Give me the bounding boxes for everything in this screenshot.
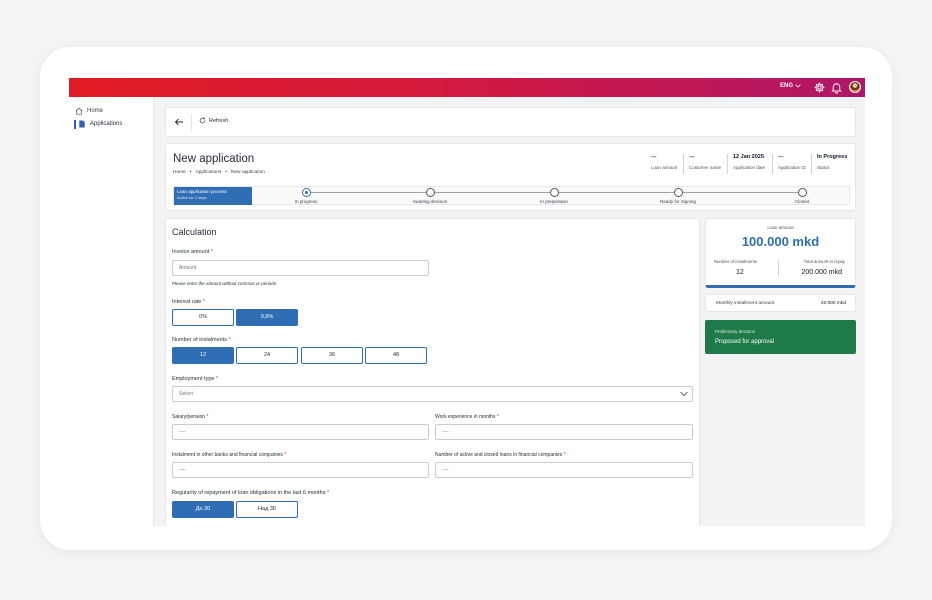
process-tag[interactable]: Loan application process Active for 2 da… (174, 187, 252, 205)
calculation-form: Calculation Invoice amount * Please ente… (165, 218, 700, 526)
loans-count-label: Number of active and closed loans in fin… (435, 452, 566, 458)
invoice-amount-hint: Please enter the amount without commas o… (172, 281, 278, 286)
refresh-button[interactable]: Refresh (199, 117, 228, 124)
invoice-amount-label: Invoice amount * (172, 249, 213, 255)
other-banks-label: Instalment in other banks and financial … (172, 452, 287, 458)
section-title: Calculation (172, 227, 217, 237)
process-stepper: Loan application process Active for 2 da… (173, 186, 850, 205)
sidebar-item-label: Applications (90, 121, 123, 127)
step-awaiting-decision[interactable]: Awaiting decision (395, 187, 465, 204)
document-icon (79, 120, 85, 128)
step-indicator (549, 188, 559, 197)
step-in-progress[interactable]: In progress (271, 187, 341, 204)
page-title: New application (173, 153, 255, 165)
language-label: ENG (779, 83, 793, 89)
meta-customer-name: --- Customer name (689, 154, 722, 170)
total-repay-label: Total amount to repay (803, 259, 845, 264)
breadcrumb-current: New application (231, 170, 265, 175)
employment-type-label: Employment type * (172, 376, 219, 382)
monthly-installment: Monthly installment amount 20.000 mkd (705, 294, 856, 312)
sidebar-item-label: Home (87, 108, 104, 114)
decision-value: Proposed for approval (715, 339, 775, 345)
user-avatar[interactable] (849, 81, 861, 93)
step-indicator (425, 188, 435, 197)
app-window: ENG Home Applications Refresh New applic… (69, 78, 865, 526)
interest-rate-label: Interest rate * (172, 299, 206, 305)
step-indicator (797, 188, 807, 197)
interest-option-9-9[interactable]: 9,9% (236, 309, 298, 326)
language-selector[interactable]: ENG (780, 83, 801, 89)
loan-amount-label: Loan amount (767, 225, 794, 230)
meta-application-id: --- Application ID (778, 154, 806, 170)
step-indicator (301, 188, 311, 197)
breadcrumb-home[interactable]: Home (173, 170, 186, 175)
active-indicator (74, 119, 76, 129)
sidebar-item-applications[interactable]: Applications (74, 118, 123, 130)
bell-icon[interactable] (830, 81, 843, 94)
step-ready-for-signing[interactable]: Ready for Signing (643, 187, 713, 204)
total-repay-value: 200.000 mkd (801, 269, 842, 276)
top-bar: ENG (69, 78, 865, 97)
breadcrumb-applications[interactable]: Applications (195, 170, 221, 175)
invoice-amount-input[interactable] (172, 260, 429, 276)
regularity-label: Regularity of repayment of loan obligati… (172, 490, 330, 496)
loan-amount-value: 100.000 mkd (741, 234, 820, 249)
summary-divider (778, 260, 779, 277)
chevron-down-icon (795, 84, 801, 88)
step-closed[interactable]: Closed (767, 187, 837, 204)
regularity-option-under-30[interactable]: До 30 (172, 501, 234, 518)
preliminary-decision-card: Preliminary decision Proposed for approv… (705, 320, 856, 354)
instalment-option-36[interactable]: 36 (301, 347, 363, 364)
sidebar: Home Applications (69, 97, 154, 526)
work-experience-input[interactable]: ---- (435, 424, 693, 440)
refresh-label: Refresh (209, 117, 229, 124)
arrow-left-icon[interactable] (174, 117, 184, 127)
instalments-summary-value: 12 (736, 269, 744, 276)
regularity-option-over-30[interactable]: Над 30 (236, 501, 298, 518)
salary-label: Salary/pension * (172, 414, 209, 420)
chevron-down-icon (680, 391, 688, 397)
instalment-option-24[interactable]: 24 (236, 347, 298, 364)
decision-label: Preliminary decision (715, 329, 756, 334)
step-in-preparation[interactable]: In preparation (519, 187, 589, 204)
breadcrumb: Home • Applications • New application (173, 170, 265, 175)
instalments-summary-label: Number of instalments (714, 259, 757, 264)
meta-application-date: 12 Jan 2025 Application date (733, 154, 766, 170)
refresh-icon (199, 117, 206, 124)
application-header: New application Home • Applications • Ne… (165, 143, 856, 211)
interest-option-0[interactable]: 0% (172, 309, 234, 326)
salary-input[interactable]: ---- (172, 424, 429, 440)
monthly-installment-value: 20.000 mkd (820, 301, 846, 306)
instalment-option-12[interactable]: 12 (172, 347, 234, 364)
home-icon (75, 107, 83, 115)
loan-summary: Loan amount 100.000 mkd Number of instal… (705, 218, 856, 288)
meta-loan-amount: --- Loan amount (651, 154, 678, 170)
instalment-option-48[interactable]: 48 (365, 347, 427, 364)
other-banks-input[interactable]: ---- (172, 462, 429, 478)
work-experience-label: Work experience in months * (435, 414, 499, 420)
meta-status: In Progress Status (817, 154, 848, 170)
sidebar-item-home[interactable]: Home (75, 105, 103, 117)
employment-type-select[interactable]: Select (172, 386, 693, 402)
toolbar-divider (191, 114, 192, 132)
gear-icon[interactable] (813, 81, 826, 94)
monthly-installment-label: Monthly installment amount (716, 301, 775, 306)
instalments-label: Number of instalments * (172, 337, 231, 343)
step-indicator (673, 188, 683, 197)
loans-count-input[interactable]: ---- (435, 462, 693, 478)
toolbar: Refresh (165, 107, 856, 137)
